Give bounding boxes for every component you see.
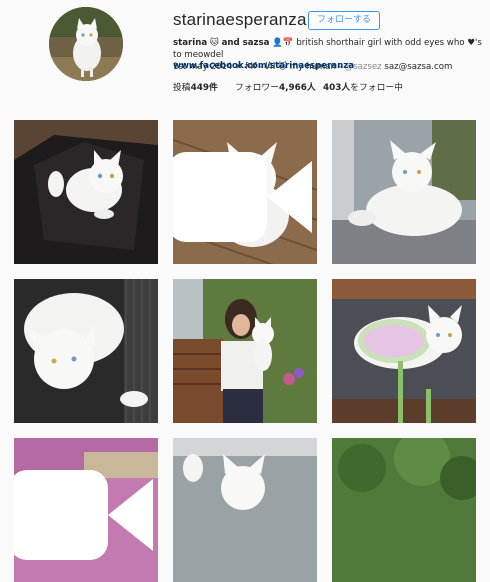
bio-description: british shorthair girl with odd eyes who: [296, 38, 465, 48]
following-label: をフォロー中: [350, 83, 403, 93]
post-tile[interactable]: [14, 279, 158, 423]
cat-face-icon: 🐱: [209, 38, 219, 48]
video-camera-icon: [173, 152, 312, 242]
cat-on-windowsill-photo: [332, 120, 476, 264]
garden-photo: [332, 438, 476, 582]
post-tile[interactable]: [332, 120, 476, 264]
post-tile[interactable]: [332, 279, 476, 423]
calendar-icon: 📅: [282, 38, 294, 48]
bio-name: starina: [173, 38, 208, 48]
post-tile[interactable]: [173, 279, 317, 423]
bio-name-second: and sazsa: [221, 38, 270, 48]
cat-in-dress-photo: [332, 279, 476, 423]
cat-on-cushion-photo: [14, 120, 158, 264]
posts-label: 投稿: [173, 83, 191, 93]
follow-button[interactable]: フォローする: [308, 11, 381, 30]
posts-value: 449件: [190, 83, 218, 93]
email-text: saz@sazsa.com: [384, 62, 453, 72]
bio-line-1: starina 🐱 and sazsa 👤📅 british shorthair…: [173, 37, 485, 61]
cat-in-carrier-photo: [14, 279, 158, 423]
post-tile[interactable]: [14, 438, 158, 582]
post-tile[interactable]: [173, 120, 317, 264]
followers-value: 4,966人: [279, 83, 316, 93]
cat-outdoors-photo: [173, 438, 317, 582]
heart-icon: ♥: [467, 38, 475, 48]
girl-holding-cat-photo: [173, 279, 317, 423]
post-tile[interactable]: [14, 120, 158, 264]
following-count[interactable]: 403人をフォロー中: [323, 80, 403, 93]
post-tile[interactable]: [332, 438, 476, 582]
profile-header: starinaesperanza フォローする starina 🐱 and sa…: [0, 0, 490, 110]
profile-avatar[interactable]: [49, 7, 123, 81]
following-value: 403人: [323, 83, 351, 93]
video-camera-icon: [14, 470, 153, 560]
profile-username: starinaesperanza: [173, 10, 307, 29]
posts-count: 投稿449件: [173, 80, 218, 93]
followers-label: フォロワー: [235, 83, 279, 93]
followers-count[interactable]: フォロワー4,966人: [235, 80, 316, 93]
avatar-cat-image: [49, 7, 123, 81]
profile-website-link[interactable]: www.facebook.com/starinaesperanza: [173, 61, 354, 71]
person-silhouette-icon: 👤: [272, 38, 283, 48]
post-tile[interactable]: [173, 438, 317, 582]
